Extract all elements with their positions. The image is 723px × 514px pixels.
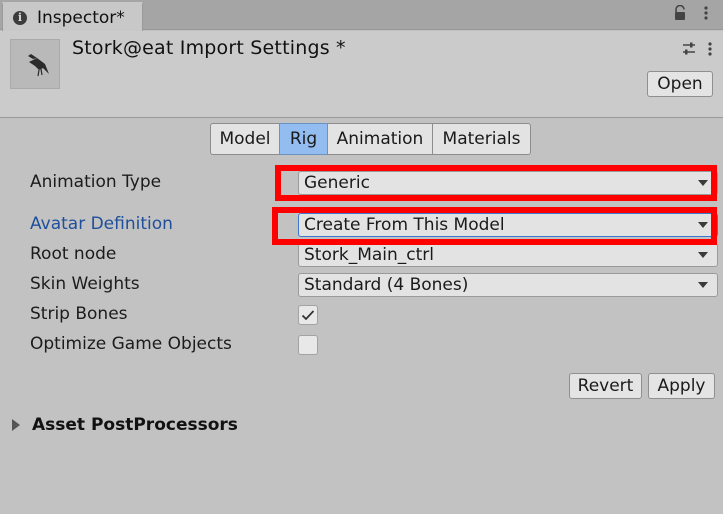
inspector-header: Stork@eat Import Settings * Open xyxy=(0,31,723,118)
skin-weights-row: Skin Weights Standard (4 Bones) xyxy=(30,273,720,299)
animation-type-row: Animation Type Generic xyxy=(30,171,720,197)
checkmark-icon xyxy=(301,310,315,321)
apply-button[interactable]: Apply xyxy=(648,373,715,399)
asset-postprocessors-label: Asset PostProcessors xyxy=(32,415,238,435)
root-node-value: Stork_Main_ctrl xyxy=(304,245,434,265)
tab-animation[interactable]: Animation xyxy=(327,123,433,155)
root-node-dropdown[interactable]: Stork_Main_ctrl xyxy=(298,243,718,267)
tab-inspector-label: Inspector* xyxy=(37,7,125,28)
tab-materials[interactable]: Materials xyxy=(432,123,531,155)
open-button[interactable]: Open xyxy=(647,71,713,97)
strip-bones-checkbox[interactable] xyxy=(298,305,318,325)
chevron-down-icon xyxy=(698,282,708,288)
asset-postprocessors-foldout[interactable]: Asset PostProcessors xyxy=(12,415,238,435)
chevron-down-icon xyxy=(698,252,708,258)
root-node-label: Root node xyxy=(30,244,117,264)
chevron-down-icon xyxy=(698,222,708,228)
menu-dots-icon[interactable] xyxy=(699,5,713,21)
optimize-game-objects-checkbox[interactable] xyxy=(298,335,318,355)
model-thumbnail xyxy=(10,39,60,89)
stork-model-icon xyxy=(28,54,49,77)
skin-weights-dropdown[interactable]: Standard (4 Bones) xyxy=(298,273,718,297)
avatar-definition-row: Avatar Definition Create From This Model xyxy=(30,213,720,239)
info-icon: i xyxy=(13,10,27,25)
preset-sliders-icon[interactable] xyxy=(681,41,697,61)
tab-model[interactable]: Model xyxy=(210,123,280,155)
lock-icon[interactable] xyxy=(673,5,687,21)
animation-type-label: Animation Type xyxy=(30,172,162,192)
tab-inspector[interactable]: i Inspector* xyxy=(2,2,143,31)
strip-bones-label: Strip Bones xyxy=(30,304,128,324)
chevron-down-icon xyxy=(698,180,708,186)
import-tabs: Model Rig Animation Materials xyxy=(210,123,531,155)
avatar-definition-value: Create From This Model xyxy=(304,215,505,235)
optimize-game-objects-row: Optimize Game Objects xyxy=(30,333,720,359)
optimize-game-objects-label: Optimize Game Objects xyxy=(30,334,232,354)
skin-weights-value: Standard (4 Bones) xyxy=(304,275,469,295)
avatar-definition-dropdown[interactable]: Create From This Model xyxy=(298,213,718,237)
strip-bones-row: Strip Bones xyxy=(30,303,720,329)
inspector-body: Model Rig Animation Materials Animation … xyxy=(0,119,723,514)
window-tab-bar: i Inspector* xyxy=(0,0,723,31)
tab-rig[interactable]: Rig xyxy=(279,123,328,155)
page-title: Stork@eat Import Settings * xyxy=(72,37,346,59)
skin-weights-label: Skin Weights xyxy=(30,274,140,294)
revert-button[interactable]: Revert xyxy=(569,373,642,399)
avatar-definition-label: Avatar Definition xyxy=(30,214,173,234)
more-vertical-icon[interactable] xyxy=(707,41,713,61)
animation-type-value: Generic xyxy=(304,173,370,193)
animation-type-dropdown[interactable]: Generic xyxy=(298,171,718,195)
root-node-row: Root node Stork_Main_ctrl xyxy=(30,243,720,269)
foldout-arrow-icon xyxy=(12,419,20,431)
